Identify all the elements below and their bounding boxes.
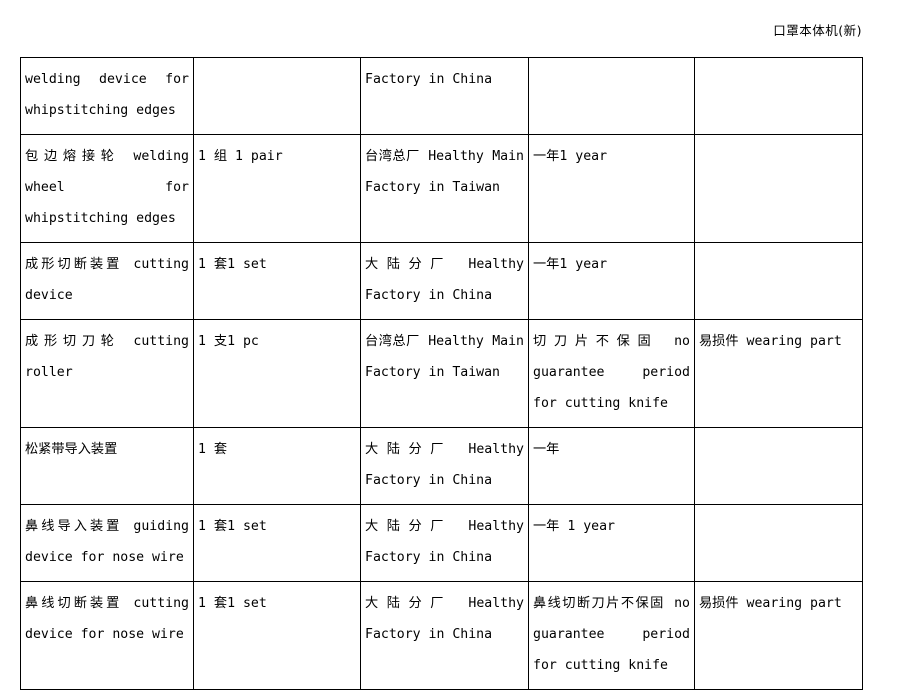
quantity-text: 1 支1 pc [198,334,259,349]
warranty-text: 一年1 year [533,257,608,272]
cell-quantity: 1 套1 set [193,504,361,582]
quantity-text: 1 套1 set [198,596,267,611]
table-row: 包边熔接轮 welding wheel for whipstitching ed… [20,134,863,243]
warranty-text: 鼻线切断刀片不保固 no guarantee period for cuttin… [533,596,690,673]
cell-remark [694,242,863,320]
cell-remark [694,427,863,505]
cell-part-name: 包边熔接轮 welding wheel for whipstitching ed… [20,134,194,243]
cell-quantity: 1 支1 pc [193,319,361,428]
part-name-text: welding device for whipstitching edges [25,72,189,118]
cell-factory: Factory in China [360,57,529,135]
parts-table: welding device for whipstitching edges F… [20,57,863,690]
cell-warranty: 鼻线切断刀片不保固 no guarantee period for cuttin… [528,581,695,690]
quantity-text: 1 套1 set [198,257,267,272]
cell-warranty: 一年1 year [528,134,695,243]
cell-part-name: 鼻线切断装置 cutting device for nose wire [20,581,194,690]
cell-warranty [528,57,695,135]
table-row: 松紧带导入装置 1 套 大陆分厂 Healthy Factory in Chin… [20,427,863,505]
quantity-text: 1 组 1 pair [198,149,283,164]
cell-quantity [193,57,361,135]
table-row: 鼻线切断装置 cutting device for nose wire 1 套1… [20,581,863,690]
factory-text: 大陆分厂 Healthy Factory in China [365,596,524,642]
quantity-text: 1 套 [198,442,228,457]
part-name-text: 成形切断装置 cutting device [25,257,189,303]
cell-quantity: 1 组 1 pair [193,134,361,243]
factory-text: 大陆分厂 Healthy Factory in China [365,519,524,565]
part-name-text: 成形切刀轮 cutting roller [25,334,189,380]
cell-factory: 大陆分厂 Healthy Factory in China [360,504,529,582]
factory-text: 台湾总厂 Healthy Main Factory in Taiwan [365,149,524,195]
cell-part-name: 鼻线导入装置 guiding device for nose wire [20,504,194,582]
remark-text: 易损件 wearing part [699,334,842,349]
cell-part-name: 成形切断装置 cutting device [20,242,194,320]
part-name-text: 鼻线导入装置 guiding device for nose wire [25,519,189,565]
cell-quantity: 1 套1 set [193,242,361,320]
cell-quantity: 1 套1 set [193,581,361,690]
document-page: 口罩本体机(新) welding device for whipstitchin… [0,0,920,690]
cell-factory: 大陆分厂 Healthy Factory in China [360,427,529,505]
warranty-text: 一年1 year [533,149,608,164]
cell-remark [694,57,863,135]
page-header-title: 口罩本体机(新) [773,23,862,38]
factory-text: 大陆分厂 Healthy Factory in China [365,442,524,488]
factory-text: 台湾总厂 Healthy Main Factory in Taiwan [365,334,524,380]
table-row: 鼻线导入装置 guiding device for nose wire 1 套1… [20,504,863,582]
cell-factory: 台湾总厂 Healthy Main Factory in Taiwan [360,134,529,243]
cell-part-name: welding device for whipstitching edges [20,57,194,135]
cell-remark [694,134,863,243]
table-row: 成形切断装置 cutting device 1 套1 set 大陆分厂 Heal… [20,242,863,320]
cell-remark: 易损件 wearing part [694,581,863,690]
quantity-text: 1 套1 set [198,519,267,534]
cell-warranty: 一年 [528,427,695,505]
cell-warranty: 一年1 year [528,242,695,320]
part-name-text: 包边熔接轮 welding wheel for whipstitching ed… [25,149,189,226]
cell-warranty: 切刀片不保固 no guarantee period for cutting k… [528,319,695,428]
cell-factory: 大陆分厂 Healthy Factory in China [360,581,529,690]
cell-remark: 易损件 wearing part [694,319,863,428]
cell-quantity: 1 套 [193,427,361,505]
table-row: welding device for whipstitching edges F… [20,57,863,135]
parts-table-body: welding device for whipstitching edges F… [20,57,863,690]
factory-text: 大陆分厂 Healthy Factory in China [365,257,524,303]
warranty-text: 切刀片不保固 no guarantee period for cutting k… [533,334,690,411]
part-name-text: 松紧带导入装置 [25,442,118,457]
warranty-text: 一年 [533,442,560,457]
part-name-text: 鼻线切断装置 cutting device for nose wire [25,596,189,642]
cell-remark [694,504,863,582]
cell-factory: 台湾总厂 Healthy Main Factory in Taiwan [360,319,529,428]
table-row: 成形切刀轮 cutting roller 1 支1 pc 台湾总厂 Health… [20,319,863,428]
cell-warranty: 一年 1 year [528,504,695,582]
factory-text: Factory in China [365,72,493,87]
remark-text: 易损件 wearing part [699,596,842,611]
cell-part-name: 松紧带导入装置 [20,427,194,505]
cell-factory: 大陆分厂 Healthy Factory in China [360,242,529,320]
parts-table-container: welding device for whipstitching edges F… [20,57,863,690]
warranty-text: 一年 1 year [533,519,615,534]
cell-part-name: 成形切刀轮 cutting roller [20,319,194,428]
